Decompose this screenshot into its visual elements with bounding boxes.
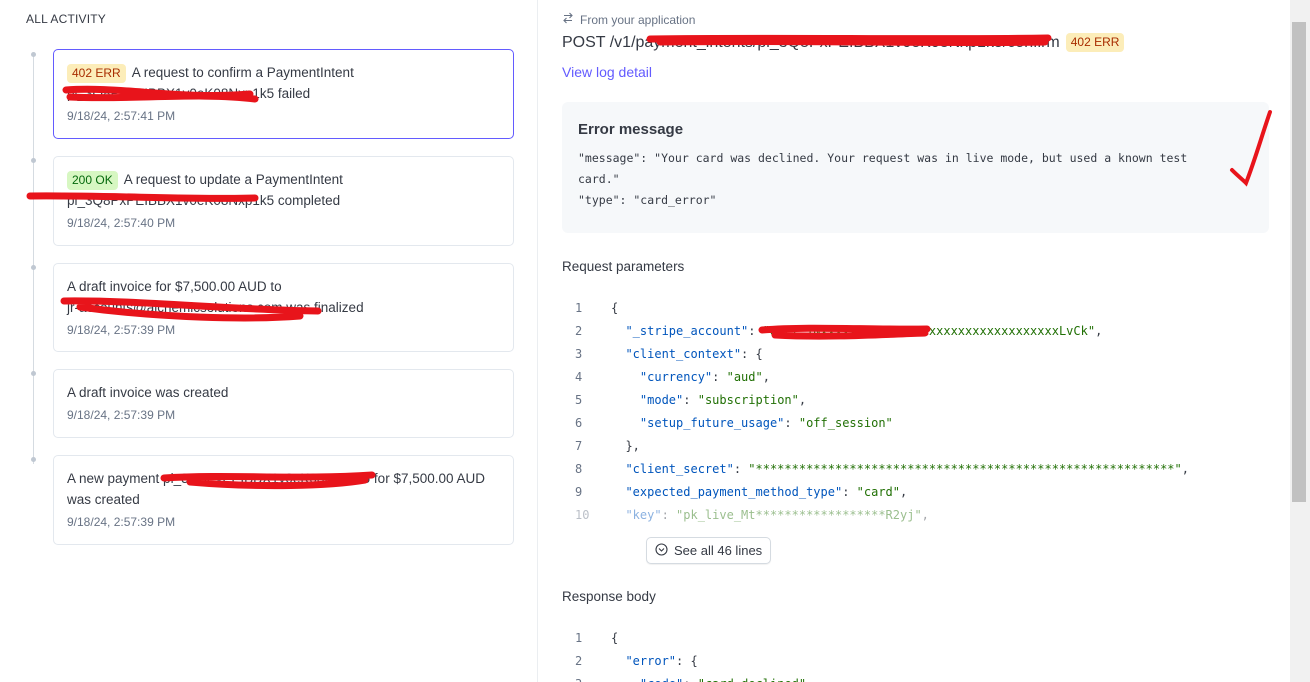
request-source: From your application xyxy=(562,12,695,27)
section-title: ALL ACTIVITY xyxy=(26,12,106,26)
response-body-code: 1{ 2 "error": { 3 "code": "card_declined… xyxy=(562,627,1262,682)
activity-text-2: pi_3Q8PxPEIBBX1v0eK08Nxp1k5 completed xyxy=(67,193,341,208)
code-line: 9 "expected_payment_method_type": "card"… xyxy=(575,485,908,499)
code-line: 6 "setup_future_usage": "off_session" xyxy=(575,416,893,430)
activity-text-2: was created xyxy=(67,492,140,507)
response-body-title: Response body xyxy=(562,589,656,604)
activity-time: 9/18/24, 2:57:40 PM xyxy=(67,216,176,230)
activity-text: A request to confirm a PaymentIntent xyxy=(131,65,354,80)
code-line: 1{ xyxy=(575,631,619,645)
activity-time: 9/18/24, 2:57:39 PM xyxy=(67,408,176,422)
request-params-title: Request parameters xyxy=(562,259,685,274)
activity-item[interactable]: 200 OK A request to update a PaymentInten… xyxy=(53,156,514,246)
activity-item[interactable]: A draft invoice for $7,500.00 AUD to jr-… xyxy=(53,263,514,352)
activity-panel: ALL ACTIVITY 402 ERR A request to confirm… xyxy=(0,0,538,682)
code-line: 10 "key": "pk_live_Mt******************R… xyxy=(575,508,929,522)
detail-panel: From your application POST /v1/payment_i… xyxy=(539,0,1289,682)
see-all-label: See all 46 lines xyxy=(674,543,763,558)
request-line: POST /v1/payment_intents/pi_3Q8PxPEIBBX1… xyxy=(562,33,1130,52)
timeline-dot xyxy=(31,265,36,270)
activity-time: 9/18/24, 2:57:41 PM xyxy=(67,109,176,123)
activity-text: A draft invoice was created xyxy=(67,385,229,400)
activity-item[interactable]: A new payment pi_3Q8PxPEIBBX1v0eK08Nxp1k… xyxy=(53,455,514,545)
error-line: "message": "Your card was declined. Your… xyxy=(578,151,1188,165)
code-line: 3 "client_context": { xyxy=(575,347,763,361)
scrollbar-thumb[interactable] xyxy=(1292,22,1306,502)
request-path: POST /v1/payment_intents/pi_3Q8PxPEIBBX1… xyxy=(562,33,1060,51)
timeline-dot xyxy=(31,52,36,57)
activity-text-2: pi_3Q8PxPEIBBX1v0eK08Nxp1k5 failed xyxy=(67,86,311,101)
activity-text-2: jr-accounts@alchemicsolutions.com was fi… xyxy=(67,300,364,315)
activity-text: A request to update a PaymentIntent xyxy=(123,172,343,187)
arrows-swap-icon xyxy=(562,12,574,27)
timeline-dot xyxy=(31,371,36,376)
timeline-dot xyxy=(31,457,36,462)
view-log-link[interactable]: View log detail xyxy=(562,64,652,80)
activity-time: 9/18/24, 2:57:39 PM xyxy=(67,515,176,529)
activity-text: A new payment pi_3Q8PxPEIBBX1v0eK08Nxp1k… xyxy=(67,471,486,486)
activity-time: 9/18/24, 2:57:39 PM xyxy=(67,323,176,337)
error-line: "type": "card_error" xyxy=(578,193,717,207)
source-label: From your application xyxy=(580,12,696,27)
activity-item[interactable]: A draft invoice was created 9/18/24, 2:5… xyxy=(53,369,514,438)
timeline-line xyxy=(33,56,34,464)
status-badge: 200 OK xyxy=(67,171,118,190)
code-line: 7 }, xyxy=(575,439,640,453)
timeline-dot xyxy=(31,158,36,163)
code-line: 4 "currency": "aud", xyxy=(575,370,770,384)
code-line: 8 "client_secret": "********************… xyxy=(575,462,1189,476)
status-badge: 402 ERR xyxy=(67,64,126,83)
scrollbar[interactable] xyxy=(1290,0,1310,682)
code-line: 5 "mode": "subscription", xyxy=(575,393,807,407)
code-line: 2 "_stripe_account": "acct_1Nxxxxxxxxxxx… xyxy=(575,324,1103,338)
error-line: card." xyxy=(578,172,620,186)
chevron-down-circle-icon xyxy=(655,542,668,559)
activity-text: A draft invoice for $7,500.00 AUD to xyxy=(67,279,282,294)
code-line: 1{ xyxy=(575,301,619,315)
request-params-code: 1{ 2 "_stripe_account": "acct_1Nxxxxxxxx… xyxy=(562,297,1262,527)
activity-item[interactable]: 402 ERR A request to confirm a PaymentInt… xyxy=(53,49,514,139)
see-all-lines-button[interactable]: See all 46 lines xyxy=(646,537,772,564)
code-line: 2 "error": { xyxy=(575,654,698,668)
code-line: 3 "code": "card_declined", xyxy=(562,673,1262,682)
status-badge: 402 ERR xyxy=(1065,33,1125,52)
error-message-box: Error message "message": "Your card was … xyxy=(562,102,1269,233)
error-title: Error message xyxy=(578,121,684,138)
